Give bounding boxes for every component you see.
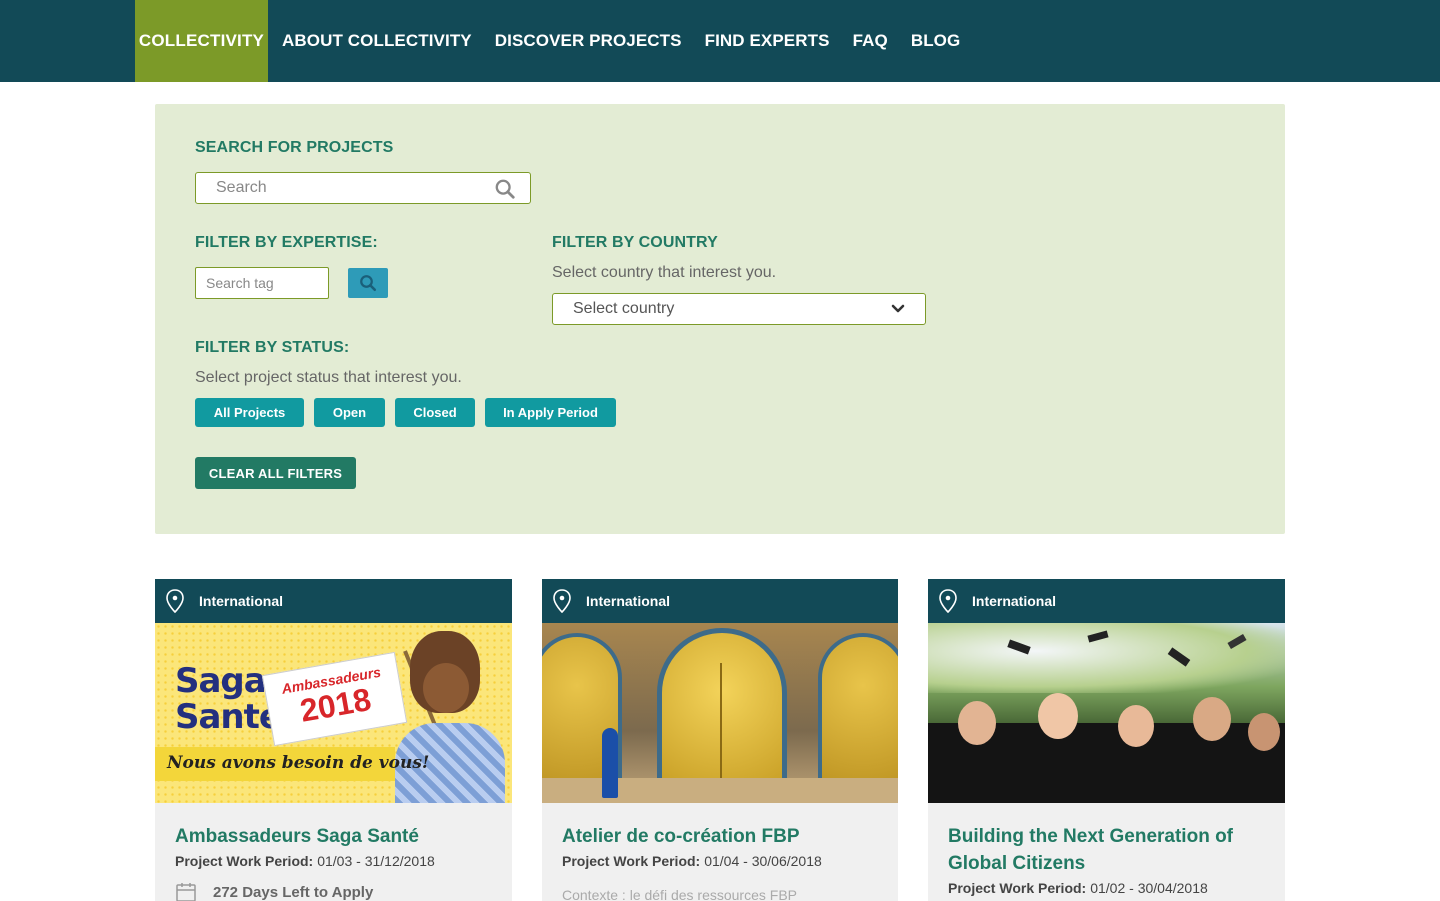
project-card[interactable]: International Building the Next Generati… — [928, 579, 1285, 901]
country-heading: FILTER BY COUNTRY — [552, 234, 718, 251]
country-select[interactable]: Select country — [552, 293, 926, 325]
card-location: International — [586, 593, 671, 609]
moroccan-golden-doors-image[interactable] — [542, 623, 898, 803]
poster-title-line2: Santé — [175, 697, 282, 737]
poster-character-face — [423, 663, 469, 713]
filter-panel: SEARCH FOR PROJECTS FILTER BY EXPERTISE:… — [155, 104, 1285, 534]
card-period-label: Project Work Period: — [562, 853, 701, 869]
saga-sante-poster-image[interactable]: Saga Santé Ambassadeurs 2018 Nous avons … — [155, 623, 512, 803]
tag-input-box — [195, 267, 329, 299]
card-period: Project Work Period: 01/02 - 30/04/2018 — [948, 880, 1265, 896]
status-button-group: All Projects Open Closed In Apply Period — [195, 398, 626, 427]
card-period: Project Work Period: 01/04 - 30/06/2018 — [562, 853, 878, 869]
card-days-left-text: 272 Days Left to Apply — [213, 883, 374, 901]
card-location: International — [972, 593, 1057, 609]
status-closed-button[interactable]: Closed — [395, 398, 475, 427]
nav-link-faq[interactable]: FAQ — [853, 31, 888, 51]
card-title[interactable]: Atelier de co-création FBP — [562, 823, 878, 850]
card-title[interactable]: Building the Next Generation of Global C… — [948, 823, 1265, 877]
card-location: International — [199, 593, 284, 609]
card-days-left: 272 Days Left to Apply — [175, 881, 492, 901]
expertise-heading: FILTER BY EXPERTISE: — [195, 234, 378, 251]
location-pin-icon — [939, 589, 957, 613]
project-card[interactable]: International Saga Santé Ambassadeurs 20… — [155, 579, 512, 901]
card-period-label: Project Work Period: — [175, 853, 314, 869]
card-header: International — [928, 579, 1285, 623]
graduates-throwing-caps-image[interactable] — [928, 623, 1285, 803]
poster-flag: Ambassadeurs 2018 — [261, 651, 408, 747]
card-header: International — [155, 579, 512, 623]
status-subtext: Select project status that interest you. — [195, 369, 462, 386]
card-period-value: 01/03 - 31/12/2018 — [317, 853, 435, 869]
country-subtext: Select country that interest you. — [552, 264, 777, 281]
calendar-icon — [176, 883, 196, 901]
chevron-down-icon — [891, 304, 905, 313]
nav-brand-collectivity[interactable]: COLLECTIVITY — [135, 0, 268, 82]
card-title[interactable]: Ambassadeurs Saga Santé — [175, 823, 492, 850]
search-box — [195, 172, 531, 204]
search-heading: SEARCH FOR PROJECTS — [195, 139, 394, 156]
card-period: Project Work Period: 01/03 - 31/12/2018 — [175, 853, 492, 869]
search-icon[interactable] — [494, 178, 516, 200]
card-period-value: 01/04 - 30/06/2018 — [704, 853, 822, 869]
location-pin-icon — [553, 589, 571, 613]
location-pin-icon — [166, 589, 184, 613]
card-description: Contexte : le défi des ressources FBP — [562, 887, 797, 901]
country-select-value: Select country — [573, 300, 675, 317]
poster-tagline: Nous avons besoin de vous! — [167, 753, 430, 773]
card-period-value: 01/02 - 30/04/2018 — [1090, 880, 1208, 896]
nav-link-blog[interactable]: BLOG — [911, 31, 961, 51]
card-period-label: Project Work Period: — [948, 880, 1087, 896]
nav-link-about[interactable]: ABOUT COLLECTIVITY — [282, 31, 472, 51]
tag-search-input[interactable] — [196, 268, 324, 298]
status-in-apply-period-button[interactable]: In Apply Period — [485, 398, 616, 427]
clear-all-filters-button[interactable]: CLEAR ALL FILTERS — [195, 457, 356, 489]
walking-figure — [602, 728, 618, 798]
search-icon — [360, 275, 377, 292]
nav-link-discover-projects[interactable]: DISCOVER PROJECTS — [495, 31, 682, 51]
project-card[interactable]: International Atelier de co-création FBP… — [542, 579, 898, 901]
search-input[interactable] — [196, 173, 476, 203]
nav-links: ABOUT COLLECTIVITY DISCOVER PROJECTS FIN… — [282, 0, 983, 82]
status-open-button[interactable]: Open — [314, 398, 385, 427]
status-all-projects-button[interactable]: All Projects — [195, 398, 304, 427]
status-heading: FILTER BY STATUS: — [195, 339, 350, 356]
nav-link-find-experts[interactable]: FIND EXPERTS — [705, 31, 830, 51]
top-navigation: COLLECTIVITY ABOUT COLLECTIVITY DISCOVER… — [0, 0, 1440, 82]
card-header: International — [542, 579, 898, 623]
tag-search-button[interactable] — [348, 268, 388, 298]
